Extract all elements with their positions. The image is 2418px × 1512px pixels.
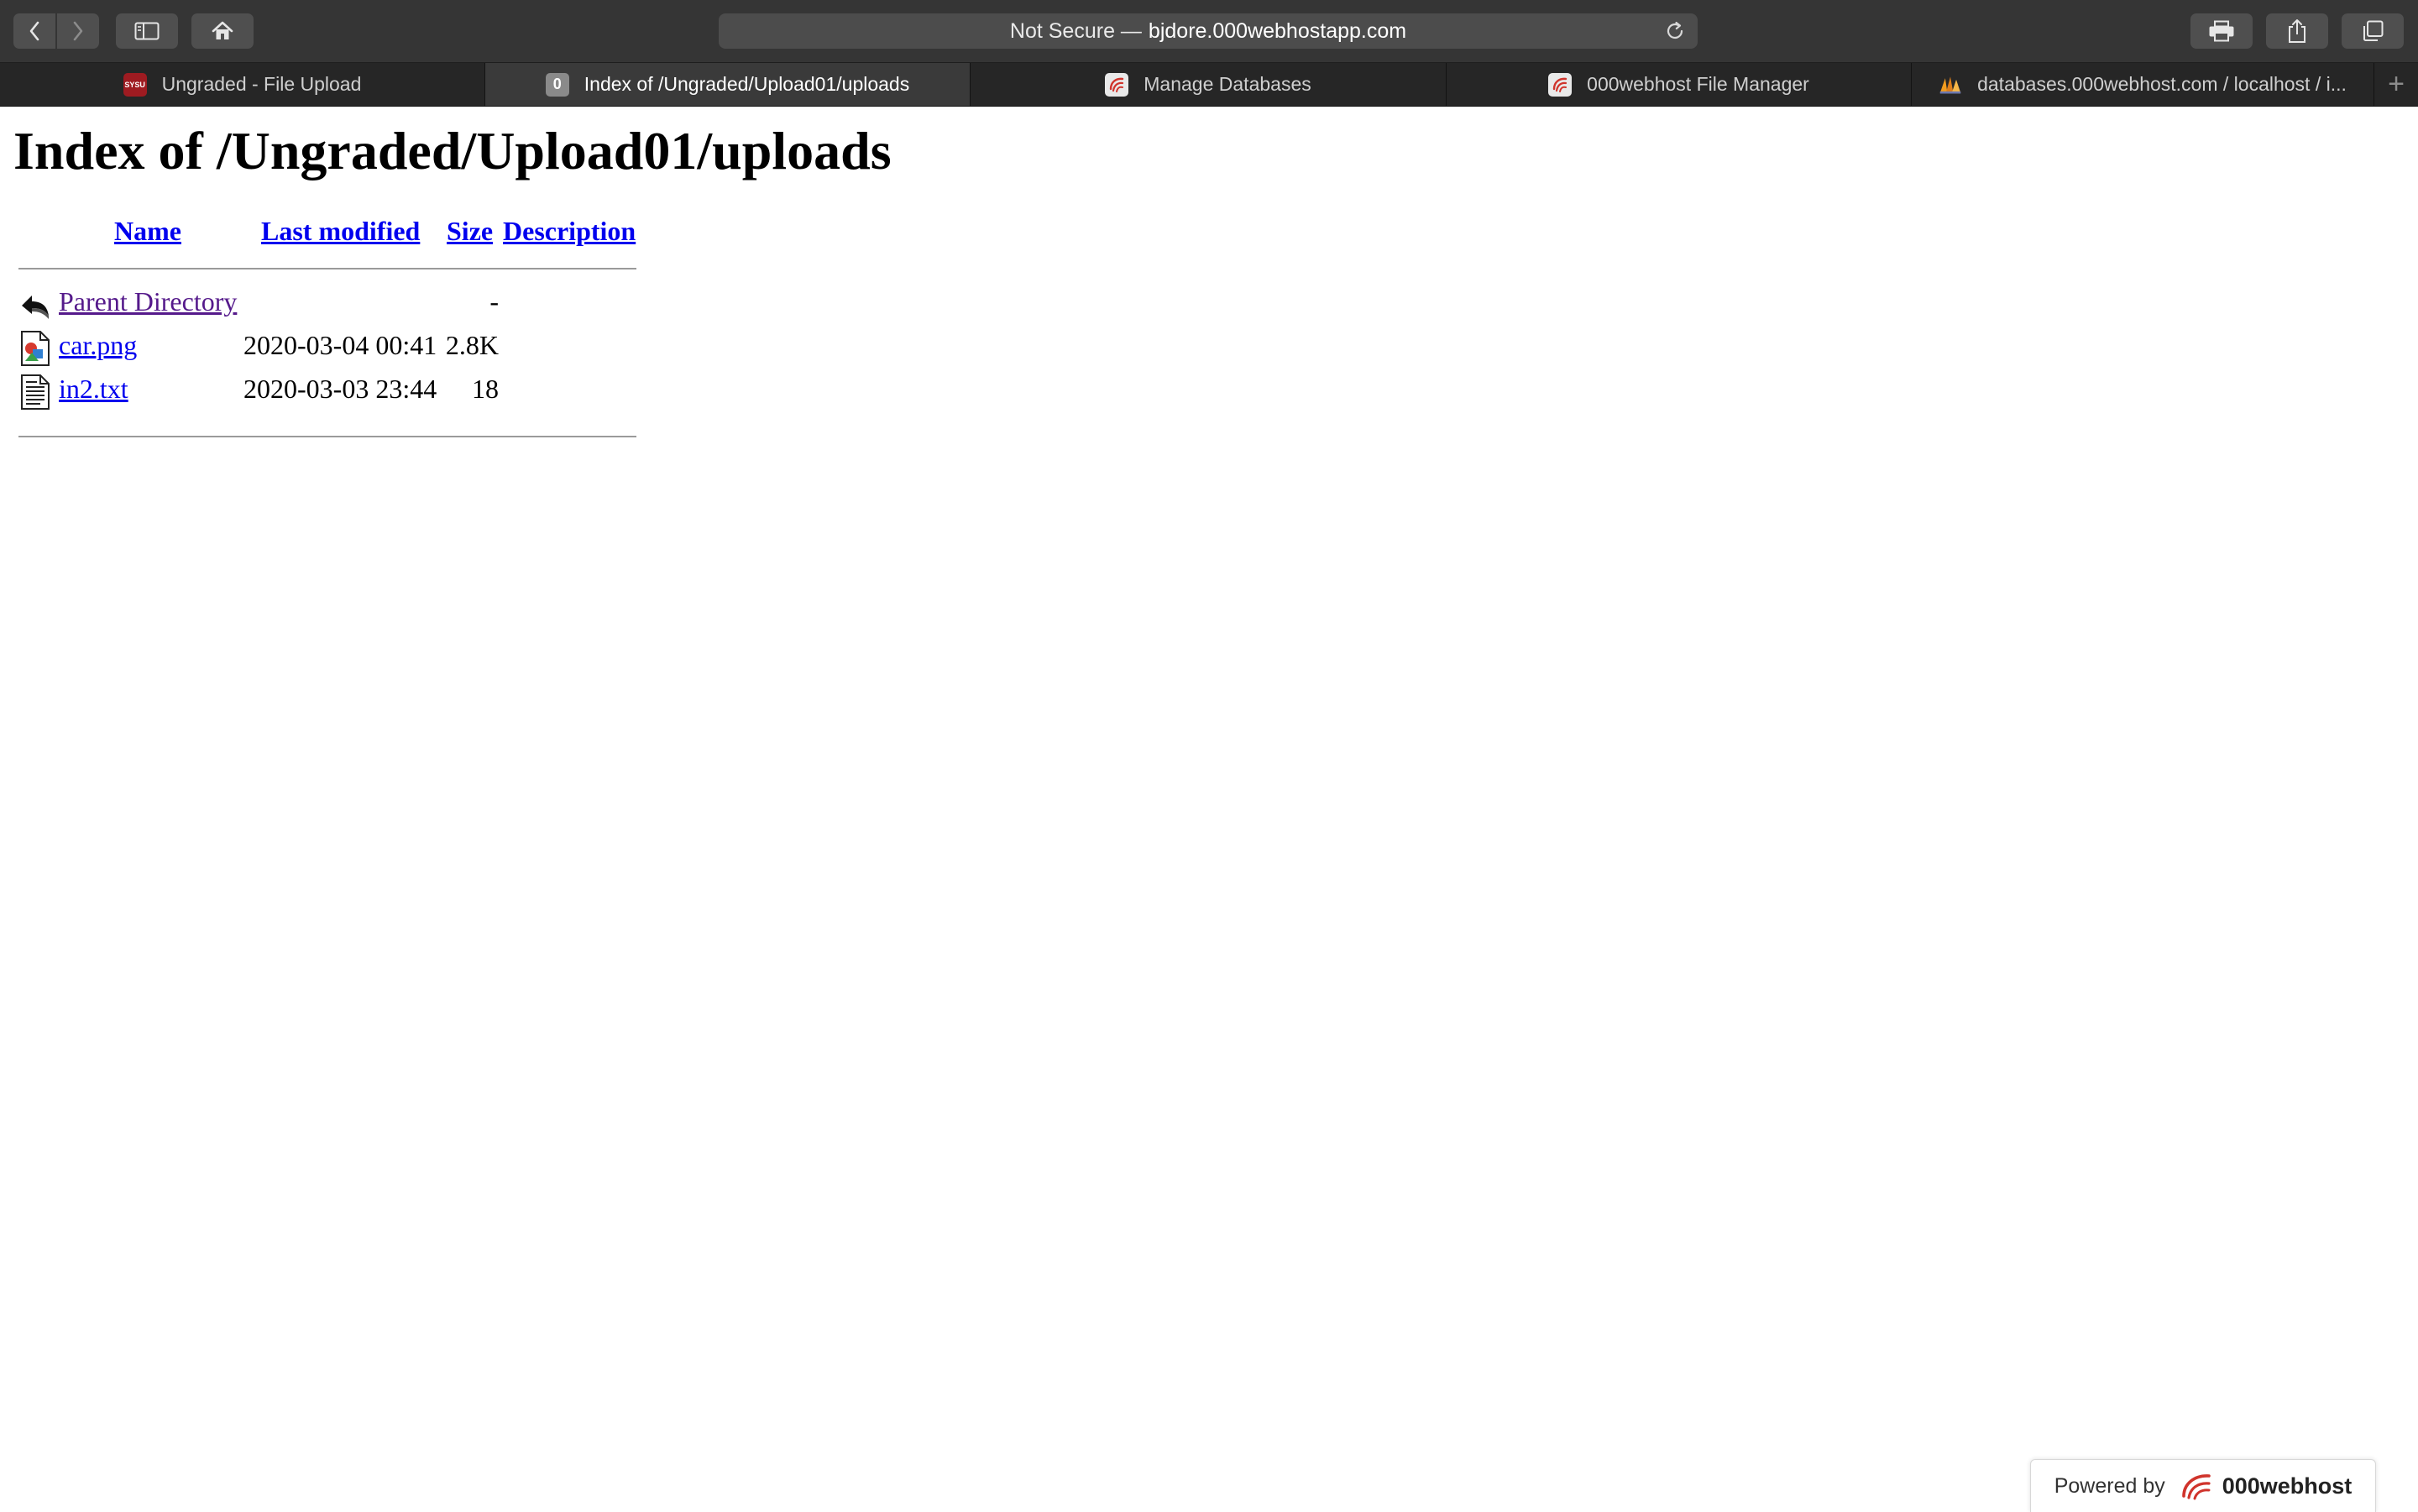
share-icon — [2289, 19, 2305, 43]
page-content: Index of /Ungraded/Upload01/uploads Name… — [0, 107, 2418, 1511]
address-bar[interactable]: Not Secure — bjdore.000webhostapp.com — [719, 13, 1698, 49]
back-button[interactable] — [13, 13, 55, 49]
sidebar-toggle-button[interactable] — [116, 13, 178, 49]
tab-ungraded-file-upload[interactable]: SYSU Ungraded - File Upload — [0, 63, 485, 106]
size-cell: 2.8K — [445, 330, 499, 360]
footer-divider — [18, 436, 636, 437]
powered-by-label: Powered by — [2054, 1473, 2165, 1498]
webhost-icon — [1105, 72, 1129, 97]
tab-webhost-file-manager[interactable]: 000webhost File Manager — [1447, 63, 1912, 106]
sidebar-icon — [134, 22, 160, 40]
webhost-icon — [1548, 72, 1573, 97]
printer-icon — [2209, 20, 2234, 42]
home-icon — [212, 21, 233, 39]
url-host: bjdore.000webhostapp.com — [1148, 18, 1407, 43]
powered-by-badge[interactable]: Powered by 000webhost — [2030, 1459, 2376, 1512]
last-modified-cell: 2020-03-03 23:44 — [243, 374, 437, 404]
tab-overview-button[interactable] — [2342, 13, 2404, 49]
last-modified-cell: 2020-03-04 00:41 — [243, 330, 437, 360]
tab-manage-databases[interactable]: Manage Databases — [971, 63, 1447, 106]
chevron-left-icon — [29, 21, 39, 41]
phpmyadmin-icon — [1939, 73, 1962, 97]
plus-icon: + — [2388, 68, 2405, 100]
tabs-overview-icon — [2363, 20, 2384, 41]
tab-index-uploads[interactable]: 0 Index of /Ungraded/Upload01/uploads — [485, 63, 971, 106]
tab-label: databases.000webhost.com / localhost / i… — [1977, 73, 2347, 95]
share-button[interactable] — [2266, 13, 2328, 49]
table-row: in2.txt 2020-03-03 23:44 18 — [17, 372, 636, 416]
tab-bar: SYSU Ungraded - File Upload 0 Index of /… — [0, 63, 2418, 107]
chevron-right-icon — [73, 21, 83, 41]
tab-label: 000webhost File Manager — [1587, 73, 1809, 95]
browser-toolbar: Not Secure — bjdore.000webhostapp.com — [0, 0, 2418, 63]
forward-button[interactable] — [57, 13, 99, 49]
brand-name: 000webhost — [2222, 1473, 2353, 1499]
zero-badge-icon: 0 — [545, 72, 569, 97]
size-cell: 18 — [472, 374, 499, 404]
sysu-logo-icon: SYSU — [123, 72, 147, 97]
new-tab-button[interactable]: + — [2374, 63, 2418, 106]
text-file-icon — [21, 374, 50, 410]
size-cell: - — [489, 286, 499, 317]
back-arrow-icon — [22, 296, 49, 319]
table-row: car.png 2020-03-04 00:41 2.8K — [17, 328, 636, 372]
webhost-logo-icon — [2181, 1474, 2211, 1500]
tab-label: Ungraded - File Upload — [161, 73, 362, 95]
parent-directory-link[interactable]: Parent Directory — [59, 286, 237, 317]
sort-by-last-modified-link[interactable]: Last modified — [261, 216, 420, 247]
tab-label: Manage Databases — [1144, 73, 1311, 95]
header-divider — [18, 268, 636, 269]
table-row: Parent Directory - — [17, 285, 636, 328]
sort-by-description-link[interactable]: Description — [503, 216, 636, 247]
tab-databases-phpmyadmin[interactable]: databases.000webhost.com / localhost / i… — [1912, 63, 2374, 106]
file-link-in2-txt[interactable]: in2.txt — [59, 374, 128, 405]
image-file-icon — [21, 331, 50, 366]
page-title: Index of /Ungraded/Upload01/uploads — [13, 121, 892, 180]
sort-by-size-link[interactable]: Size — [447, 216, 493, 247]
print-button[interactable] — [2190, 13, 2253, 49]
reload-icon[interactable] — [1664, 20, 1686, 42]
home-button[interactable] — [191, 13, 254, 49]
sort-by-name-link[interactable]: Name — [114, 216, 181, 247]
file-link-car-png[interactable]: car.png — [59, 330, 137, 361]
tab-label: Index of /Ungraded/Upload01/uploads — [584, 73, 910, 95]
security-label: Not Secure — — [1009, 18, 1142, 43]
